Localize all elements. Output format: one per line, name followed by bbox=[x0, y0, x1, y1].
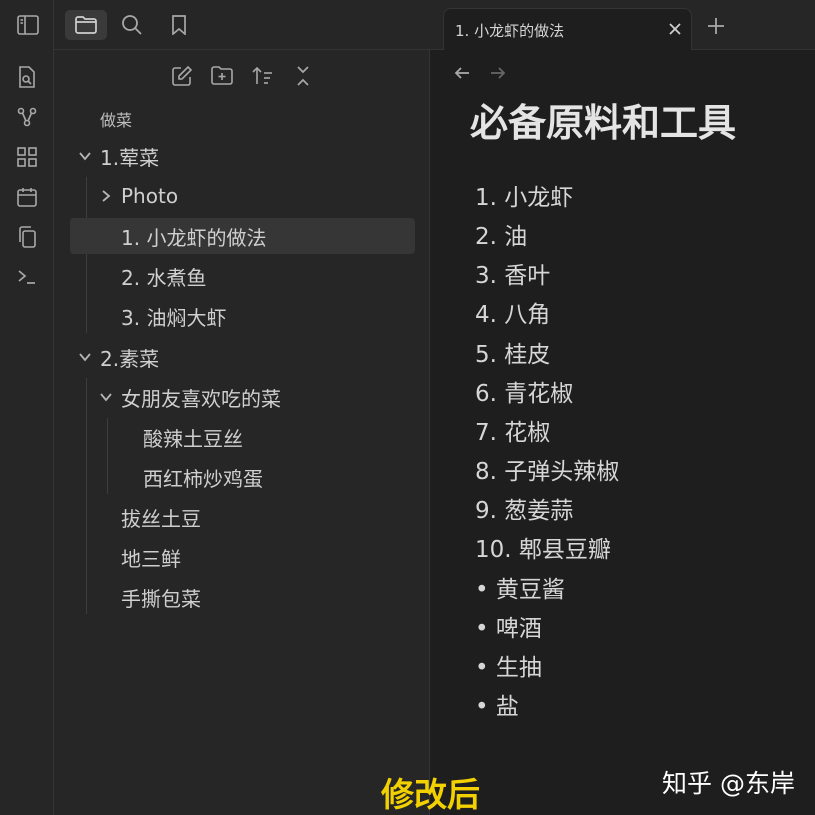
tree-file[interactable]: 地三鲜 bbox=[121, 539, 181, 575]
list-item: 3. 香叶 bbox=[475, 263, 551, 289]
list-item: 7. 花椒 bbox=[475, 420, 551, 446]
tree-file[interactable]: 西红柿炒鸡蛋 bbox=[143, 459, 263, 495]
page-title: 必备原料和工具 bbox=[470, 101, 737, 145]
search-icon[interactable] bbox=[118, 11, 146, 39]
indent-guide bbox=[107, 418, 108, 494]
chevron-right-icon[interactable] bbox=[99, 189, 113, 203]
list-item: 9. 葱姜蒜 bbox=[475, 498, 574, 524]
tree-folder-veg[interactable]: 2.素菜 bbox=[100, 339, 159, 375]
collapse-all-icon[interactable] bbox=[289, 62, 317, 90]
list-item: 1. 小龙虾 bbox=[475, 185, 574, 211]
calendar-icon[interactable] bbox=[13, 183, 41, 211]
sort-icon[interactable] bbox=[249, 62, 277, 90]
tree-file[interactable]: 酸辣土豆丝 bbox=[143, 419, 243, 455]
caption-overlay: 修改后 bbox=[381, 775, 480, 814]
tree-file[interactable]: 手撕包菜 bbox=[121, 579, 201, 615]
tree-file[interactable]: 3. 油焖大虾 bbox=[121, 298, 226, 334]
indent-guide bbox=[86, 378, 87, 614]
tree-folder-meat[interactable]: 1.荤菜 bbox=[100, 138, 159, 174]
tree-file[interactable]: 2. 水煮鱼 bbox=[121, 258, 206, 294]
open-quick-switcher-icon[interactable] bbox=[13, 63, 41, 91]
list-item: • 盐 bbox=[475, 694, 519, 720]
list-item: 4. 八角 bbox=[475, 302, 551, 328]
tree-folder-girlfriend[interactable]: 女朋友喜欢吃的菜 bbox=[121, 379, 281, 415]
copy-icon[interactable] bbox=[13, 223, 41, 251]
folder-icon[interactable] bbox=[65, 10, 107, 40]
tree-file-active[interactable]: 1. 小龙虾的做法 bbox=[70, 218, 415, 254]
canvas-grid-icon[interactable] bbox=[13, 143, 41, 171]
chevron-down-icon[interactable] bbox=[78, 149, 92, 163]
tab-title: 1. 小龙虾的做法 bbox=[455, 22, 565, 40]
back-arrow-icon[interactable] bbox=[454, 65, 470, 81]
tree-file[interactable]: 拔丝土豆 bbox=[121, 499, 201, 535]
terminal-icon[interactable] bbox=[13, 263, 41, 291]
toggle-sidebar-icon[interactable] bbox=[14, 11, 42, 39]
watermark: 知乎 @东岸 bbox=[662, 769, 795, 798]
tab-active[interactable]: 1. 小龙虾的做法 bbox=[443, 8, 692, 50]
list-item: • 啤酒 bbox=[475, 616, 542, 642]
vault-root-label: 做菜 bbox=[100, 111, 133, 130]
close-icon[interactable] bbox=[668, 22, 682, 36]
new-note-icon[interactable] bbox=[168, 62, 196, 90]
indent-guide bbox=[86, 177, 87, 333]
bookmark-icon[interactable] bbox=[165, 11, 193, 39]
tree-folder-photo[interactable]: Photo bbox=[121, 178, 178, 214]
chevron-down-icon[interactable] bbox=[99, 390, 113, 404]
list-item: 10. 郫县豆瓣 bbox=[475, 537, 611, 563]
forward-arrow-icon[interactable] bbox=[490, 65, 506, 81]
list-item: 8. 子弹头辣椒 bbox=[475, 459, 620, 485]
list-item: • 黄豆酱 bbox=[475, 577, 565, 603]
chevron-down-icon[interactable] bbox=[78, 350, 92, 364]
new-folder-icon[interactable] bbox=[208, 62, 236, 90]
list-item: 5. 桂皮 bbox=[475, 342, 551, 368]
list-item: 6. 青花椒 bbox=[475, 381, 574, 407]
graph-view-icon[interactable] bbox=[13, 103, 41, 131]
new-tab-icon[interactable] bbox=[707, 17, 725, 35]
list-item: • 生抽 bbox=[475, 655, 542, 681]
list-item: 2. 油 bbox=[475, 224, 528, 250]
